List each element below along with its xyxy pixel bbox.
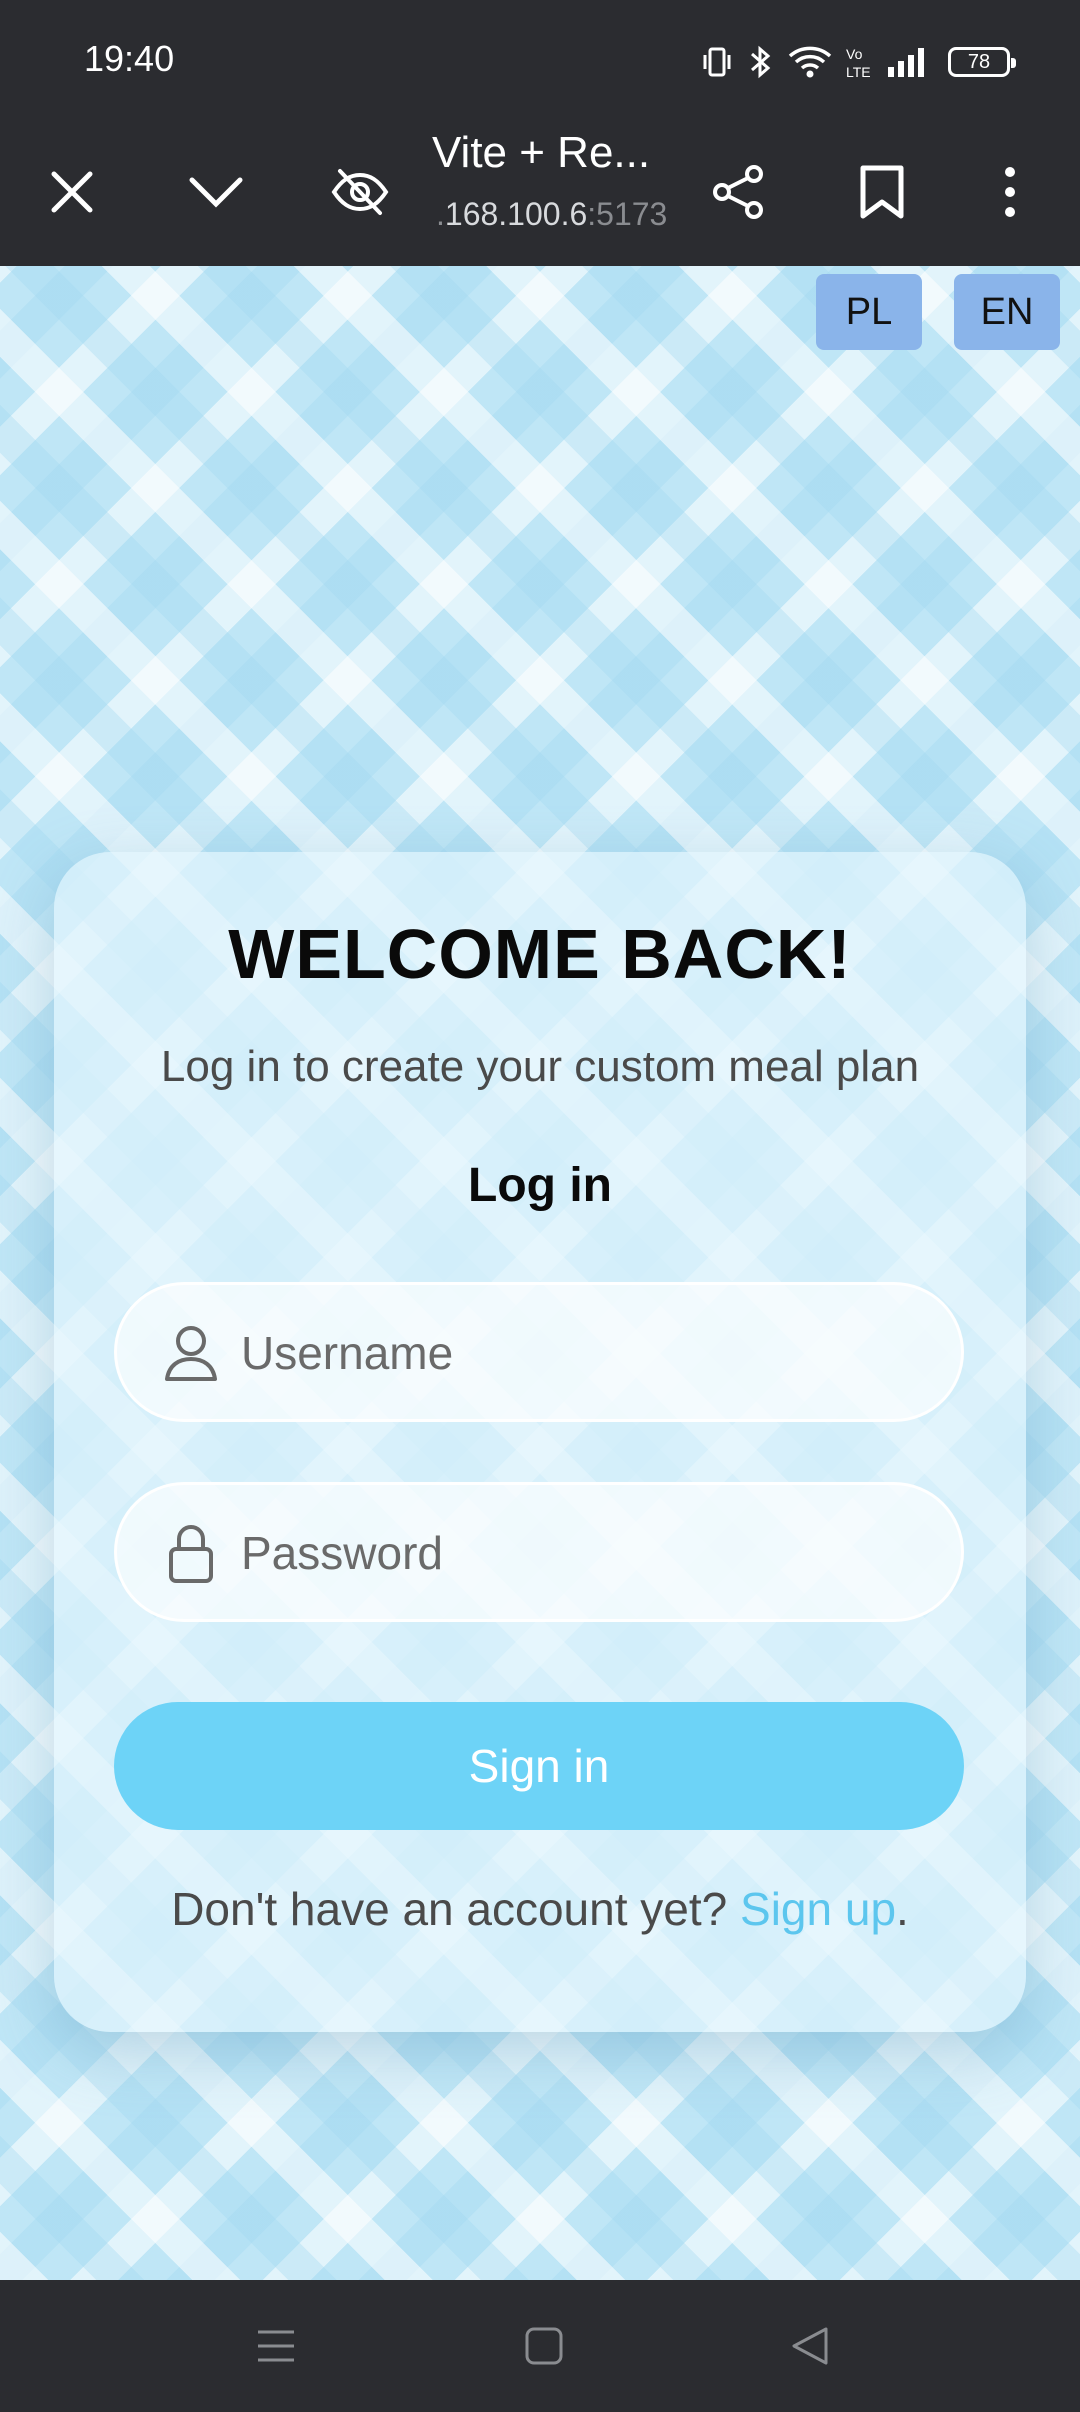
more-menu-button[interactable] <box>966 150 1054 238</box>
bookmark-icon <box>859 164 905 225</box>
incognito-toggle[interactable] <box>316 150 404 238</box>
chevron-down-icon <box>188 174 244 215</box>
url-host: 168.100.6 <box>444 196 588 232</box>
close-tab-button[interactable] <box>28 150 116 238</box>
form-heading: Log in <box>468 1159 612 1212</box>
browser-toolbar: Vite + Re... .168.100.6:5173 <box>0 120 1080 266</box>
username-field[interactable] <box>114 1282 964 1422</box>
status-bar: 19:40 Vo LTE 78 <box>0 0 1080 120</box>
login-card: WELCOME BACK! Log in to create your cust… <box>54 852 1026 2032</box>
signup-period: . <box>896 1883 909 1935</box>
battery-icon: 78 <box>948 47 1016 77</box>
system-nav-bar <box>0 2280 1080 2412</box>
password-field[interactable] <box>114 1482 964 1622</box>
minimize-button[interactable] <box>172 150 260 238</box>
svg-text:Vo: Vo <box>846 46 863 62</box>
more-vert-icon <box>1000 164 1020 225</box>
home-button[interactable] <box>514 2318 574 2378</box>
vibrate-icon <box>700 45 734 79</box>
share-icon <box>710 164 766 225</box>
url-text[interactable]: .168.100.6:5173 <box>436 196 667 233</box>
menu-icon <box>256 2326 296 2371</box>
share-button[interactable] <box>694 150 782 238</box>
close-icon <box>48 168 96 221</box>
svg-text:LTE: LTE <box>846 64 871 80</box>
username-input[interactable] <box>239 1285 923 1421</box>
back-icon <box>790 2326 830 2371</box>
lang-pl-button[interactable]: PL <box>816 274 922 350</box>
sign-in-button[interactable]: Sign in <box>114 1702 964 1830</box>
eye-off-icon <box>330 167 390 222</box>
recents-button[interactable] <box>246 2318 306 2378</box>
home-icon <box>524 2326 564 2371</box>
volte-icon: Vo LTE <box>846 44 872 80</box>
wifi-icon <box>788 44 832 80</box>
signup-prompt: Don't have an account yet? <box>171 1883 741 1935</box>
sign-up-link[interactable]: Sign up <box>740 1883 896 1935</box>
status-icons: Vo LTE 78 <box>700 38 1016 86</box>
password-input[interactable] <box>239 1485 923 1621</box>
page-viewport: PL EN WELCOME BACK! Log in to create you… <box>0 266 1080 2280</box>
bookmark-button[interactable] <box>838 150 926 238</box>
lang-en-button[interactable]: EN <box>954 274 1060 350</box>
signup-prompt-line: Don't have an account yet? Sign up. <box>54 1882 1026 1936</box>
status-time: 19:40 <box>84 38 175 79</box>
url-port: :5173 <box>587 196 668 232</box>
lock-icon <box>163 1523 219 1583</box>
signal-icon <box>886 45 928 79</box>
url-prefix: . <box>436 196 445 232</box>
page-subtitle: Log in to create your custom meal plan <box>160 1042 920 1091</box>
back-button[interactable] <box>780 2318 840 2378</box>
bluetooth-icon <box>748 44 774 80</box>
page-title: WELCOME BACK! <box>228 915 852 993</box>
tab-title[interactable]: Vite + Re... <box>432 128 650 178</box>
user-icon <box>163 1323 219 1383</box>
